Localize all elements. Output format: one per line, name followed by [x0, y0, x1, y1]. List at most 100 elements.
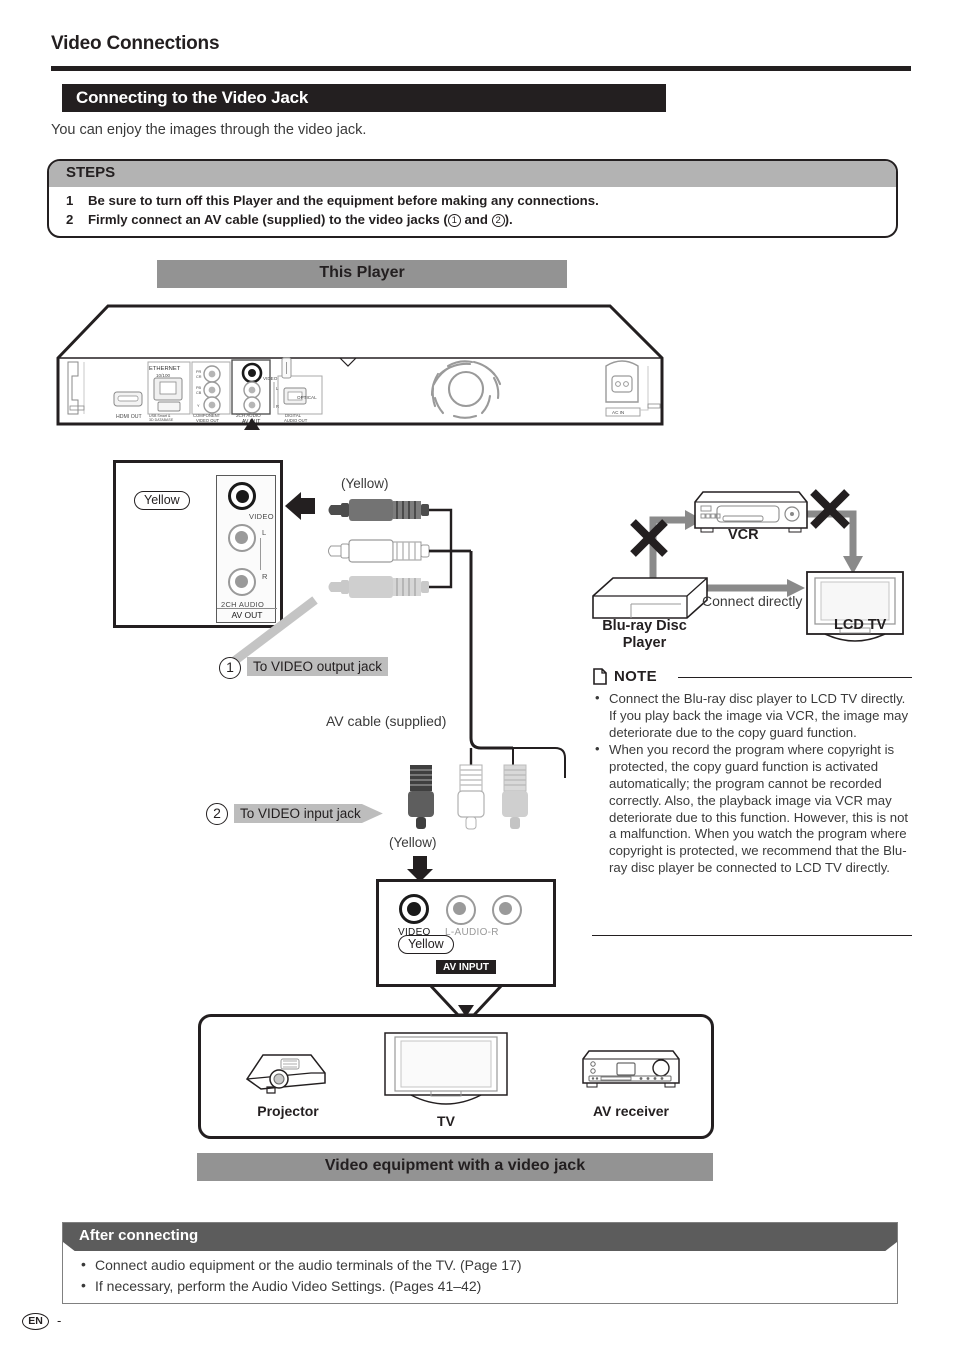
- svg-text:AV OUT: AV OUT: [242, 419, 260, 425]
- lr-bracket: [260, 538, 261, 570]
- audio-r-out-jack-icon: [228, 568, 256, 596]
- intro-text: You can enjoy the images through the vid…: [51, 122, 367, 138]
- section-title: Connecting to the Video Jack: [76, 88, 309, 107]
- section-title-bar: Connecting to the Video Jack: [62, 84, 666, 112]
- after-connecting-item: Connect audio equipment or the audio ter…: [63, 1254, 522, 1276]
- page-number: -: [57, 1313, 62, 1328]
- yellow-pill-av-out: Yellow: [134, 491, 190, 510]
- svg-text:R: R: [276, 404, 279, 409]
- player-rear-panel-illustration: HDMI OUT ETHERNET 10/100 USB Smart & 3D …: [50, 300, 670, 430]
- av-cable-illustration-bottom: [404, 764, 544, 835]
- svg-text:AC IN: AC IN: [612, 410, 624, 415]
- after-connecting-item: If necessary, perform the Audio Video Se…: [63, 1275, 522, 1297]
- step-text-before: Firmly connect an AV cable (supplied) to…: [88, 212, 448, 227]
- note-list: Connect the Blu-ray disc player to LCD T…: [592, 690, 912, 877]
- note-bottom-divider: [592, 935, 912, 937]
- steps-header: STEPS: [49, 161, 896, 187]
- tv-label: TV: [437, 1113, 455, 1129]
- tv-illustration: [381, 1029, 511, 1111]
- video-input-jack-icon: [399, 894, 429, 924]
- circled-number-1: 1: [447, 214, 461, 227]
- plug-yellow: [328, 499, 429, 521]
- step-item-1: 1 Be sure to turn off this Player and the…: [66, 193, 599, 208]
- yellow-label-bottom: (Yellow): [389, 835, 437, 850]
- av-receiver-illustration: [579, 1045, 683, 1093]
- svg-text:10/100: 10/100: [156, 373, 170, 378]
- note-heading: NOTE: [614, 668, 657, 685]
- label-hdmi-out: HDMI OUT: [116, 414, 142, 420]
- step-item-2: 2 Firmly connect an AV cable (supplied) t…: [66, 212, 513, 227]
- svg-text:AUDIO OUT: AUDIO OUT: [284, 418, 308, 423]
- svg-text:OPTICAL: OPTICAL: [297, 395, 317, 400]
- av-cable-main-run: [455, 548, 575, 798]
- callout-number-1: 1: [219, 657, 241, 679]
- video-out-label: VIDEO: [249, 512, 274, 521]
- connect-directly-label: Connect directly: [702, 593, 803, 609]
- title-divider: [51, 66, 911, 71]
- circled-number-2: 2: [491, 214, 505, 227]
- plug-yellow-vertical: [408, 765, 434, 829]
- note-page-icon: [592, 668, 608, 685]
- audio-l-label: L: [262, 528, 267, 537]
- audio-l-out-jack-icon: [228, 524, 256, 552]
- video-equipment-box: Projector TV AV receiver: [198, 1014, 714, 1139]
- step-text-mid: and: [460, 212, 492, 227]
- vcr-label: VCR: [728, 527, 759, 543]
- note-item: Connect the Blu-ray disc player to LCD T…: [592, 690, 912, 741]
- av-cable-label: AV cable (supplied): [326, 713, 447, 729]
- lcd-tv-label: LCD TV: [834, 617, 887, 633]
- callout-label-video-input: To VIDEO input jack: [234, 804, 383, 823]
- step-text-after: ).: [504, 212, 513, 227]
- svg-text:CB: CB: [196, 391, 202, 395]
- projector-illustration: [241, 1043, 333, 1099]
- plug-white: [328, 539, 430, 563]
- bluray-player-label: Blu-ray Disc Player: [602, 618, 687, 651]
- svg-text:2CH AUDIO: 2CH AUDIO: [236, 413, 261, 418]
- after-connecting-heading: After connecting: [79, 1227, 199, 1244]
- callout-label-video-output: To VIDEO output jack: [247, 657, 389, 676]
- audio-l-input-jack-icon: [446, 895, 476, 925]
- l-audio-r-label: L-AUDIO-R: [445, 927, 499, 938]
- after-connecting-box: After connecting Connect audio equipment…: [62, 1222, 898, 1304]
- note-header: NOTE: [592, 668, 912, 688]
- svg-text:VIDEO: VIDEO: [263, 376, 278, 381]
- audio-r-label: R: [262, 572, 268, 581]
- video-equipment-banner: Video equipment with a video jack: [197, 1153, 713, 1181]
- av-out-pointer-arrow: [283, 492, 317, 520]
- av-input-badge: AV INPUT: [436, 960, 496, 974]
- yellow-label-top: (Yellow): [341, 476, 389, 491]
- av-input-funnel: [428, 983, 508, 1017]
- av-receiver-label: AV receiver: [592, 1103, 669, 1119]
- after-connecting-list: Connect audio equipment or the audio ter…: [63, 1254, 522, 1297]
- after-connecting-header: After connecting: [63, 1223, 897, 1251]
- audio-r-input-jack-icon: [492, 895, 522, 925]
- av-input-detail-box: VIDEO L-AUDIO-R Yellow AV INPUT: [376, 879, 556, 987]
- plug-gray-vertical: [502, 764, 528, 829]
- steps-heading: STEPS: [66, 164, 116, 181]
- plug-white-vertical: [457, 764, 485, 830]
- vcr-illustration: [694, 491, 808, 533]
- step-number: 2: [66, 212, 74, 227]
- step-text: Be sure to turn off this Player and the …: [88, 193, 599, 208]
- step-number: 1: [66, 193, 74, 208]
- svg-text:CR: CR: [196, 375, 202, 379]
- plug-gray: [328, 576, 429, 598]
- note-divider: [678, 677, 912, 679]
- projector-label: Projector: [257, 1103, 319, 1119]
- note-block: NOTE Connect the Blu-ray disc player to …: [592, 668, 912, 878]
- svg-text:ETHERNET: ETHERNET: [149, 366, 181, 372]
- callout-number-2: 2: [206, 803, 228, 825]
- bluray-player-illustration: [592, 577, 708, 619]
- this-player-label: This Player: [319, 264, 405, 281]
- yellow-pill-av-input: Yellow: [398, 935, 454, 954]
- page-title: Video Connections: [51, 33, 220, 54]
- video-equipment-banner-label: Video equipment with a video jack: [324, 1157, 586, 1174]
- video-out-jack-icon: [228, 482, 256, 510]
- steps-box: STEPS 1 Be sure to turn off this Player a…: [47, 159, 898, 238]
- svg-text:3D DATABASE: 3D DATABASE: [149, 418, 174, 422]
- svg-text:PR: PR: [196, 370, 202, 374]
- this-player-banner: This Player: [157, 260, 567, 288]
- note-item: When you record the program where copyri…: [592, 741, 912, 876]
- svg-text:VIDEO OUT: VIDEO OUT: [196, 418, 219, 423]
- language-badge: EN: [22, 1313, 49, 1330]
